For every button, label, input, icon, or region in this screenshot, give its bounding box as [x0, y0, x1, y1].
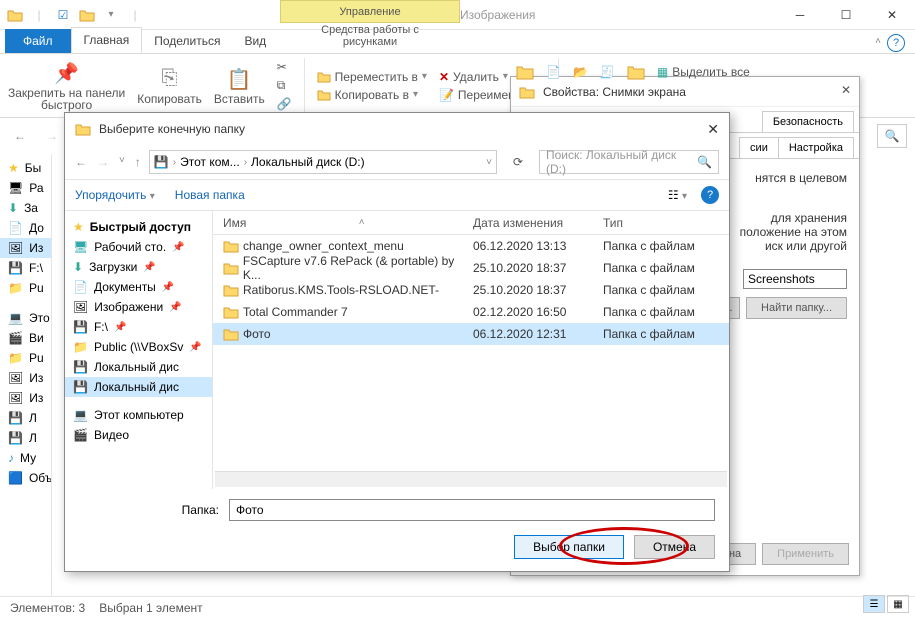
list-item[interactable]: Ratiborus.KMS.Tools-RSLOAD.NET-25.10.202…: [213, 279, 729, 301]
apply-button: Применить: [762, 543, 849, 565]
tab-file[interactable]: Файл: [5, 29, 71, 53]
copy-button[interactable]: ⎘Копировать: [137, 58, 202, 113]
list-item[interactable]: Фото06.12.2020 12:31Папка с файлам: [213, 323, 729, 345]
qat-folder-icon[interactable]: [76, 4, 98, 26]
properties-icon[interactable]: 🧾: [600, 65, 615, 79]
folder-icon: [4, 4, 26, 26]
find-folder-button[interactable]: Найти папку...: [746, 297, 847, 319]
tab-picture-tools[interactable]: Средства работы с рисунками: [282, 19, 458, 53]
forward-button[interactable]: →: [97, 155, 109, 169]
properties-title: Свойства: Снимки экрана: [543, 85, 686, 99]
view-details-button[interactable]: ☰: [863, 595, 885, 613]
forward-button[interactable]: →: [40, 124, 64, 148]
column-headers[interactable]: Имя˄ Дата изменения Тип: [213, 211, 729, 235]
breadcrumb-item[interactable]: Локальный диск (D:): [251, 155, 365, 169]
copy-to-button[interactable]: Копировать в ▾: [317, 88, 427, 102]
select-folder-button[interactable]: Выбор папки: [514, 535, 624, 559]
close-button[interactable]: ✕: [707, 121, 719, 138]
tab-home[interactable]: Главная: [71, 27, 143, 53]
nav-tree[interactable]: ★Бы 🖥Ра ⬇За 📄До 🖼Из 💾F:\ 📁Pu 💻Это 🎬Ви 📁P…: [0, 154, 52, 596]
status-item-count: Элементов: 3: [10, 601, 85, 615]
qat-check-icon[interactable]: ☑: [52, 4, 74, 26]
cancel-button[interactable]: Отмена: [634, 535, 715, 559]
help-icon[interactable]: ?: [887, 34, 905, 52]
close-button[interactable]: ✕: [841, 83, 851, 97]
cut-icon[interactable]: ✂: [277, 60, 292, 74]
folder-icon: [75, 122, 91, 136]
tab-share[interactable]: Поделиться: [142, 29, 232, 53]
pin-button[interactable]: 📌Закрепить на панели быстрого: [8, 58, 125, 113]
list-item[interactable]: Total Commander 702.12.2020 16:50Папка с…: [213, 301, 729, 323]
folder-label: Папка:: [79, 503, 219, 517]
help-icon[interactable]: ?: [701, 186, 719, 204]
history-icon[interactable]: [627, 64, 645, 80]
organize-button[interactable]: Упорядочить ▾: [75, 188, 155, 202]
folder-picker-dialog: Выберите конечную папку ✕ ← → ˅ ↑ 💾 › Эт…: [64, 112, 730, 572]
view-icons-button[interactable]: ▦: [887, 595, 909, 613]
new-item-icon[interactable]: 📄: [546, 65, 561, 79]
move-to-button[interactable]: Переместить в ▾: [317, 70, 427, 84]
copy-path-icon[interactable]: ⧉: [277, 78, 292, 93]
status-selected: Выбран 1 элемент: [99, 601, 202, 615]
drive-icon: 💾: [154, 155, 169, 169]
search-icon[interactable]: 🔍: [877, 124, 907, 148]
back-button[interactable]: ←: [8, 124, 32, 148]
select-all-button[interactable]: ▦Выделить все: [657, 65, 750, 79]
new-folder-button[interactable]: Новая папка: [175, 188, 245, 202]
breadcrumb-item[interactable]: Этот ком...: [180, 155, 240, 169]
paste-button[interactable]: 📋Вставить: [214, 58, 265, 113]
dialog-title: Выберите конечную папку: [99, 122, 245, 136]
address-bar[interactable]: 💾 › Этот ком... › Локальный диск (D:) ˅: [149, 150, 497, 174]
qat-sep: |: [28, 4, 50, 26]
picker-nav-tree[interactable]: ★Быстрый доступ 🖥Рабочий сто.📌 ⬇Загрузки…: [65, 211, 213, 489]
new-folder-icon[interactable]: [516, 64, 534, 80]
up-button[interactable]: ↑: [135, 155, 141, 169]
tab-security[interactable]: Безопасность: [762, 111, 854, 132]
maximize-button[interactable]: ☐: [823, 0, 869, 29]
refresh-button[interactable]: ⟳: [505, 150, 531, 174]
search-icon: 🔍: [697, 155, 712, 169]
address-dropdown[interactable]: ˅: [486, 157, 492, 168]
qat-sep: |: [124, 4, 146, 26]
list-item[interactable]: FSCapture v7.6 RePack (& portable) by K.…: [213, 257, 729, 279]
picker-file-list[interactable]: Имя˄ Дата изменения Тип change_owner_con…: [213, 211, 729, 489]
tab-versions[interactable]: сии: [739, 137, 779, 158]
paste-shortcut-icon[interactable]: 🔗: [277, 97, 292, 111]
folder-name-input[interactable]: [229, 499, 715, 521]
scrollbar-horizontal[interactable]: [215, 471, 727, 487]
close-button[interactable]: ✕: [869, 0, 915, 29]
tab-view[interactable]: Вид: [232, 29, 278, 53]
folder-icon: [519, 85, 535, 99]
tab-customize[interactable]: Настройка: [778, 137, 854, 158]
search-input[interactable]: Поиск: Локальный диск (D:)🔍: [539, 150, 719, 174]
window-title: Изображения: [460, 8, 535, 22]
open-icon[interactable]: 📂: [573, 65, 588, 79]
target-path-input[interactable]: [743, 269, 847, 289]
qat-dropdown-icon[interactable]: ▾: [100, 4, 122, 26]
minimize-button[interactable]: ─: [777, 0, 823, 29]
ribbon-tabs: Файл Главная Поделиться Вид Средства раб…: [0, 30, 915, 54]
view-mode-button[interactable]: ☷ ▾: [668, 188, 687, 202]
history-dropdown[interactable]: ˅: [119, 155, 125, 169]
ribbon-collapse-icon[interactable]: ˄: [875, 36, 881, 47]
back-button[interactable]: ←: [75, 155, 87, 169]
